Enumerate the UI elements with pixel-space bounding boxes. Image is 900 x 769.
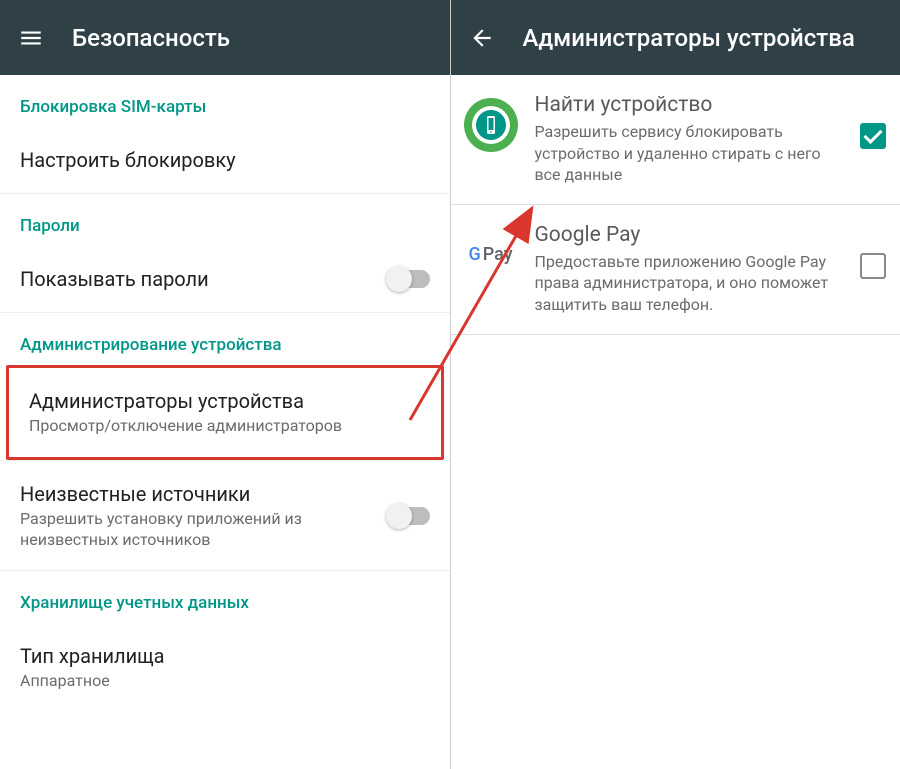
admin-title: Найти устройство (535, 93, 837, 117)
section-passwords: Пароли (0, 194, 450, 246)
item-sublabel: Разрешить установку приложений из неизве… (20, 509, 378, 551)
appbar-right: Администраторы устройства (451, 0, 900, 75)
item-sublabel: Аппаратное (20, 671, 430, 692)
back-arrow-icon[interactable] (469, 25, 495, 51)
admins-list: Найти устройство Разрешить сервису блоки… (451, 75, 900, 769)
unknown-sources-toggle[interactable] (388, 507, 430, 525)
highlight-device-admins: Администраторы устройства Просмотр/отклю… (6, 365, 444, 460)
find-device-checkbox[interactable] (860, 123, 886, 149)
find-device-icon (463, 97, 519, 153)
item-label: Администраторы устройства (29, 388, 421, 414)
page-title: Администраторы устройства (523, 24, 855, 52)
item-device-admins[interactable]: Администраторы устройства Просмотр/отклю… (9, 368, 441, 457)
item-configure-lock[interactable]: Настроить блокировку (0, 127, 450, 194)
google-pay-icon: G Pay (463, 227, 519, 283)
google-pay-checkbox[interactable] (860, 253, 886, 279)
item-storage-type[interactable]: Тип хранилища Аппаратное (0, 623, 450, 712)
item-show-passwords[interactable]: Показывать пароли (0, 246, 450, 313)
hamburger-menu-icon[interactable] (18, 25, 44, 51)
show-passwords-toggle[interactable] (388, 270, 430, 288)
security-settings-panel: Безопасность Блокировка SIM-карты Настро… (0, 0, 451, 769)
section-credentials: Хранилище учетных данных (0, 571, 450, 623)
device-admins-panel: Администраторы устройства Найти устройст… (451, 0, 900, 769)
item-label: Неизвестные источники (20, 481, 378, 507)
admin-title: Google Pay (535, 223, 837, 247)
admin-sublabel: Разрешить сервису блокировать устройство… (535, 121, 837, 186)
item-label: Настроить блокировку (20, 147, 430, 173)
page-title: Безопасность (72, 24, 230, 52)
item-label: Тип хранилища (20, 643, 430, 669)
admin-item-google-pay[interactable]: G Pay Google Pay Предоставьте приложению… (451, 205, 900, 335)
item-unknown-sources[interactable]: Неизвестные источники Разрешить установк… (0, 460, 450, 572)
item-label: Показывать пароли (20, 266, 378, 292)
admin-sublabel: Предоставьте приложению Google Pay права… (535, 251, 837, 316)
section-sim-lock: Блокировка SIM-карты (0, 75, 450, 127)
settings-list: Блокировка SIM-карты Настроить блокировк… (0, 75, 450, 769)
item-sublabel: Просмотр/отключение администраторов (29, 416, 421, 437)
admin-item-find-device[interactable]: Найти устройство Разрешить сервису блоки… (451, 75, 900, 205)
section-device-admin: Администрирование устройства (0, 313, 450, 365)
appbar-left: Безопасность (0, 0, 450, 75)
